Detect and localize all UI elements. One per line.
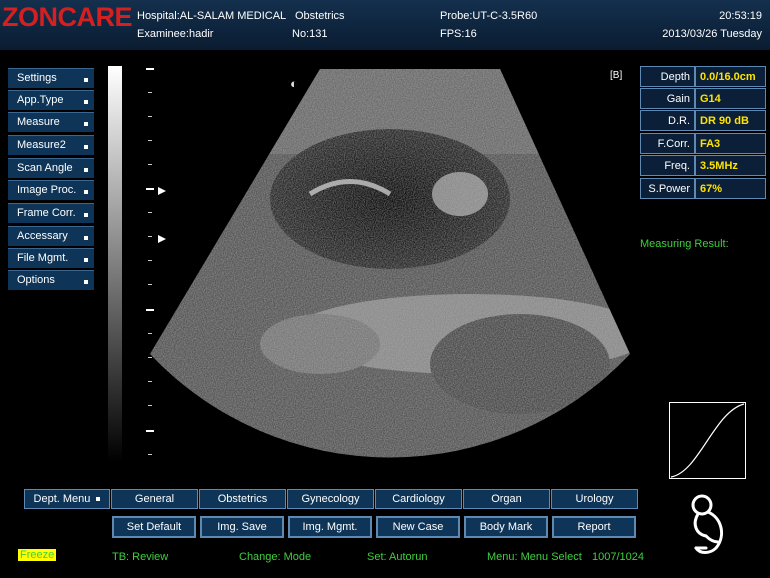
menu-item-label: File Mgmt.: [17, 252, 69, 264]
tab-label: General: [134, 493, 175, 505]
tab-gynecology[interactable]: Gynecology: [287, 489, 374, 509]
square-icon: [84, 168, 88, 172]
param-label: F.Corr.: [640, 133, 695, 154]
square-icon: [84, 122, 88, 126]
date-label: 2013/03/26 Tuesday: [662, 28, 762, 40]
hospital-label: Hospital:AL-SALAM MEDICAL: [137, 10, 287, 22]
tab-obstetrics[interactable]: Obstetrics: [199, 489, 286, 509]
menu-item-label: Measure: [17, 116, 60, 128]
menu-item-accessary[interactable]: Accessary: [8, 226, 94, 246]
square-icon: [84, 236, 88, 240]
tab-organ[interactable]: Organ: [463, 489, 550, 509]
orientation-mark-icon: ◐: [290, 76, 298, 91]
new-case-button[interactable]: New Case: [376, 516, 460, 538]
probe-label: Probe:UT-C-3.5R60: [440, 10, 538, 22]
param-value: DR 90 dB: [695, 110, 766, 131]
header-bar: ZONCARE Hospital:AL-SALAM MEDICAL Obstet…: [0, 0, 770, 50]
menu-item-image-proc[interactable]: Image Proc.: [8, 180, 94, 200]
menu-item-measure2[interactable]: Measure2: [8, 135, 94, 155]
param-dynamic-range[interactable]: D.R. DR 90 dB: [640, 110, 766, 131]
menu-item-label: Measure2: [17, 139, 66, 151]
status-change: Change: Mode: [239, 551, 312, 563]
menu-item-app-type[interactable]: App.Type: [8, 90, 94, 110]
tab-cardiology[interactable]: Cardiology: [375, 489, 462, 509]
tab-label: Obstetrics: [217, 493, 268, 505]
param-label: D.R.: [640, 110, 695, 131]
menu-item-options[interactable]: Options: [8, 270, 94, 290]
param-value: 3.5MHz: [695, 155, 766, 176]
menu-item-label: Options: [17, 274, 55, 286]
param-gain[interactable]: Gain G14: [640, 88, 766, 109]
status-set: Set: Autorun: [367, 551, 428, 563]
mode-label: [B]: [610, 70, 623, 81]
body-mark-button[interactable]: Body Mark: [464, 516, 548, 538]
menu-item-scan-angle[interactable]: Scan Angle: [8, 158, 94, 178]
case-number-label: No:131: [292, 28, 328, 40]
time-label: 20:53:19: [719, 10, 762, 22]
square-icon: [84, 280, 88, 284]
menu-item-label: App.Type: [17, 94, 64, 106]
exam-type-label: Obstetrics: [295, 10, 345, 22]
menu-item-label: Accessary: [17, 230, 68, 242]
param-label: S.Power: [640, 178, 695, 199]
menu-item-label: Image Proc.: [17, 184, 77, 196]
status-frames: 1007/1024: [592, 551, 644, 563]
param-sound-power[interactable]: S.Power 67%: [640, 178, 766, 199]
param-label: Gain: [640, 88, 695, 109]
menu-item-frame-corr[interactable]: Frame Corr.: [8, 203, 94, 223]
param-depth[interactable]: Depth 0.0/16.0cm: [640, 66, 766, 87]
measuring-result-label: Measuring Result:: [640, 238, 729, 250]
param-value: FA3: [695, 133, 766, 154]
img-save-button[interactable]: Img. Save: [200, 516, 284, 538]
tab-dept-menu[interactable]: Dept. Menu: [24, 489, 110, 509]
fps-label: FPS:16: [440, 28, 477, 40]
square-icon: [84, 100, 88, 104]
tab-urology[interactable]: Urology: [551, 489, 638, 509]
menu-item-label: Frame Corr.: [17, 207, 76, 219]
square-icon: [84, 190, 88, 194]
freeze-indicator: Freeze: [18, 549, 57, 561]
tab-label: Dept. Menu: [33, 493, 91, 505]
grayscale-bar: [108, 66, 122, 462]
tab-label: Organ: [491, 493, 522, 505]
examinee-label: Examinee:hadir: [137, 28, 214, 40]
status-menu: Menu: Menu Select: [487, 551, 582, 563]
param-value: G14: [695, 88, 766, 109]
param-value: 0.0/16.0cm: [695, 66, 766, 87]
square-icon: [84, 145, 88, 149]
gamma-curve-graph: [669, 402, 746, 479]
fetus-body-mark-icon: [691, 494, 724, 554]
square-icon: [96, 497, 101, 502]
img-mgmt-button[interactable]: Img. Mgmt.: [288, 516, 372, 538]
tab-general[interactable]: General: [111, 489, 198, 509]
square-icon: [84, 258, 88, 262]
menu-item-label: Scan Angle: [17, 162, 73, 174]
param-value: 67%: [695, 178, 766, 199]
menu-item-settings[interactable]: Settings: [8, 68, 94, 88]
ultrasound-image[interactable]: ◐: [140, 64, 640, 464]
param-label: Depth: [640, 66, 695, 87]
menu-item-file-mgmt[interactable]: File Mgmt.: [8, 248, 94, 268]
square-icon: [84, 213, 88, 217]
menu-item-label: Settings: [17, 72, 57, 84]
report-button[interactable]: Report: [552, 516, 636, 538]
tab-label: Gynecology: [301, 493, 360, 505]
param-frequency[interactable]: Freq. 3.5MHz: [640, 155, 766, 176]
set-default-button[interactable]: Set Default: [112, 516, 196, 538]
param-label: Freq.: [640, 155, 695, 176]
menu-item-measure[interactable]: Measure: [8, 112, 94, 132]
square-icon: [84, 78, 88, 82]
zoncare-logo: ZONCARE: [2, 2, 133, 32]
tab-label: Urology: [575, 493, 614, 505]
status-tb: TB: Review: [112, 551, 169, 563]
tab-label: Cardiology: [392, 493, 445, 505]
param-frame-corr[interactable]: F.Corr. FA3: [640, 133, 766, 154]
